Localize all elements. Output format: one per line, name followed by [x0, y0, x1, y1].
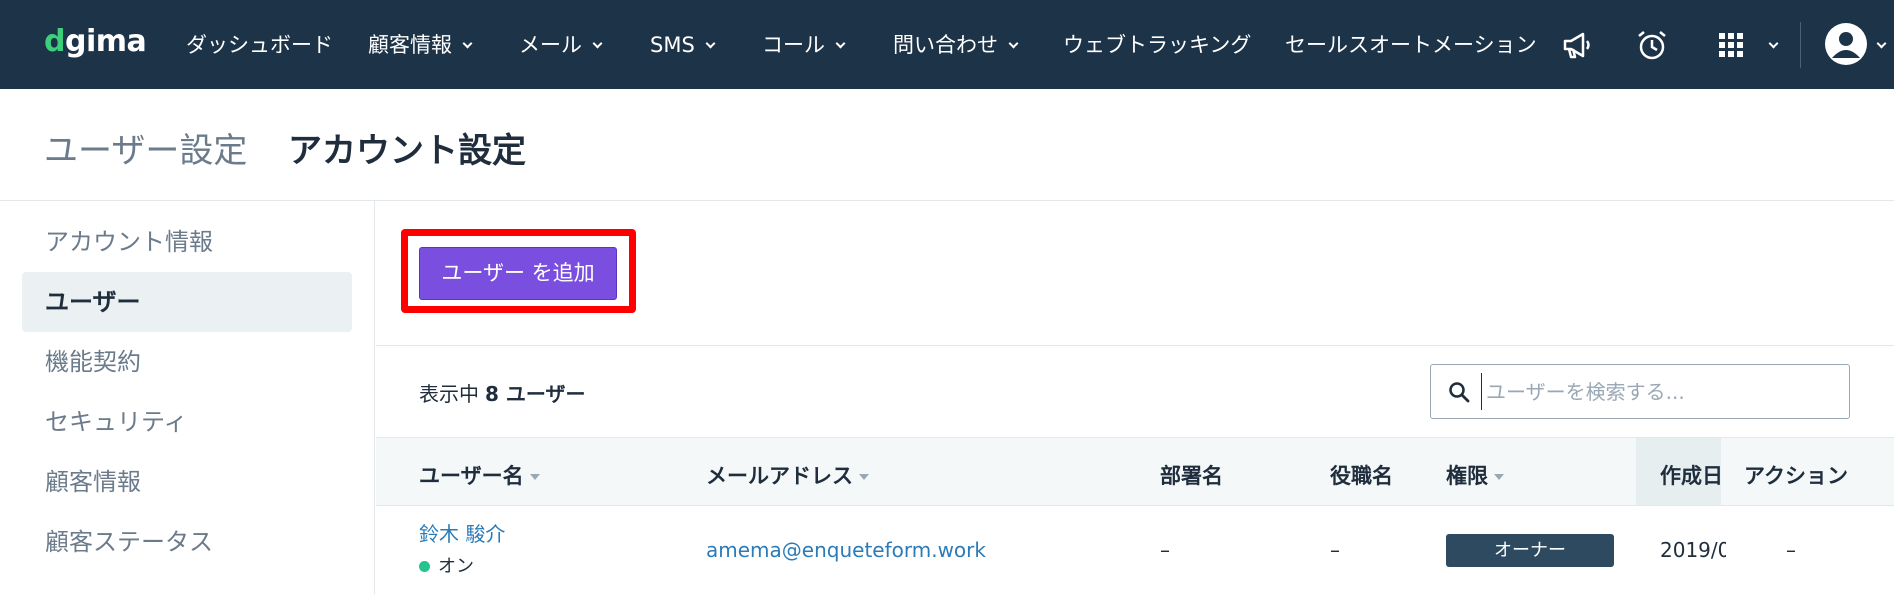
column-header-email[interactable]: メールアドレス: [706, 460, 869, 490]
status-on-dot: [419, 561, 430, 572]
logo-mark: d: [44, 24, 65, 59]
page-title: アカウント設定: [288, 131, 526, 171]
chevron-down-icon: [1768, 38, 1779, 49]
account-menu-caret[interactable]: [1866, 30, 1887, 60]
column-email-label: メールアドレス: [706, 464, 853, 488]
megaphone-icon[interactable]: [1559, 27, 1595, 63]
user-status-label: オン: [438, 556, 474, 577]
column-header-name[interactable]: ユーザー名: [419, 460, 540, 490]
nav-customers[interactable]: 顧客情報: [368, 30, 473, 60]
chevron-down-icon: [1008, 38, 1019, 49]
column-header-title: 役職名: [1330, 464, 1393, 488]
nav-call-label: コール: [762, 33, 825, 57]
nav-call[interactable]: コール: [762, 30, 846, 60]
user-count-value: 8 ユーザー: [485, 382, 586, 406]
sidebar-item-contracts[interactable]: 機能契約: [22, 332, 352, 392]
column-name-label: ユーザー名: [419, 464, 524, 488]
column-header-department: 部署名: [1160, 464, 1223, 488]
nav-sales-automation-label: セールスオートメーション: [1285, 33, 1537, 57]
search-icon: [1449, 382, 1470, 403]
user-email-link[interactable]: amema@enqueteform.work: [706, 538, 986, 562]
sort-caret-icon: [859, 474, 869, 480]
sidebar-item-customer-info[interactable]: 顧客情報: [22, 452, 352, 512]
nav-mail[interactable]: メール: [519, 30, 603, 60]
search-box[interactable]: [1430, 364, 1850, 419]
user-department: –: [1160, 538, 1170, 562]
sidebar-item-security[interactable]: セキュリティ: [22, 392, 352, 452]
user-created-date: 2019/0: [1660, 538, 1726, 562]
apps-menu-caret[interactable]: [1758, 30, 1779, 60]
alarm-clock-icon[interactable]: [1634, 27, 1670, 63]
role-badge: オーナー: [1446, 534, 1614, 567]
digima-logo[interactable]: dgima: [44, 24, 147, 59]
chevron-down-icon: [1876, 38, 1887, 49]
sidebar-item-customer-status[interactable]: 顧客ステータス: [22, 512, 352, 572]
chevron-down-icon: [835, 38, 846, 49]
user-avatar-icon[interactable]: [1824, 22, 1868, 66]
nav-dashboard-label: ダッシュボード: [186, 33, 333, 57]
nav-customers-label: 顧客情報: [368, 33, 452, 57]
nav-web-tracking-label: ウェブトラッキング: [1063, 33, 1252, 57]
breadcrumb-parent[interactable]: ユーザー設定: [44, 123, 247, 172]
sidebar: アカウント情報 ユーザー 機能契約 セキュリティ 顧客情報 顧客ステータス: [0, 201, 375, 594]
user-name-link[interactable]: 鈴木 駿介: [419, 518, 505, 547]
sort-caret-icon: [529, 474, 540, 480]
page-header: ユーザー設定 アカウント設定: [0, 89, 1894, 201]
column-header-created[interactable]: 作成日: [1660, 460, 1723, 490]
apps-grid-icon[interactable]: [1715, 27, 1751, 63]
nav-sms[interactable]: SMS: [650, 30, 716, 60]
column-header-role[interactable]: 権限: [1446, 460, 1504, 490]
user-title: –: [1330, 538, 1340, 562]
sidebar-item-account-info[interactable]: アカウント情報: [22, 212, 352, 272]
sort-caret-icon: [1494, 474, 1504, 480]
nav-web-tracking[interactable]: ウェブトラッキング: [1063, 30, 1251, 60]
search-input[interactable]: [1481, 373, 1831, 410]
top-navbar: dgima ダッシュボード 顧客情報 メール SMS コール 問い合わせ ウェブ…: [0, 0, 1894, 89]
user-count: 表示中 8 ユーザー: [419, 378, 585, 407]
nav-inquiry-label: 問い合わせ: [893, 33, 998, 57]
nav-dashboard[interactable]: ダッシュボード: [186, 30, 333, 60]
column-header-action: アクション: [1744, 464, 1848, 488]
column-role-label: 権限: [1446, 464, 1488, 488]
logo-text: gima: [64, 24, 147, 59]
nav-sales-automation[interactable]: セールスオートメーション: [1285, 30, 1537, 60]
nav-sms-label: SMS: [650, 33, 695, 57]
user-count-bar: 表示中 8 ユーザー: [376, 345, 1894, 437]
table-row: 鈴木 駿介 オン amema@enqueteform.work – – オーナー…: [376, 506, 1894, 594]
sidebar-item-users[interactable]: ユーザー: [22, 272, 352, 332]
user-status: オン: [419, 552, 474, 578]
add-user-button[interactable]: ユーザー を追加: [419, 247, 617, 300]
nav-inquiry[interactable]: 問い合わせ: [893, 30, 1019, 60]
nav-mail-label: メール: [519, 33, 582, 57]
chevron-down-icon: [705, 38, 716, 49]
user-count-prefix: 表示中: [419, 382, 479, 406]
nav-divider: [1800, 22, 1801, 68]
main-content: ユーザー を追加 表示中8 ユーザー ユーザー名 メールアドレス 部署名 役職名…: [376, 201, 1894, 594]
chevron-down-icon: [462, 38, 473, 49]
table-header: ユーザー名 メールアドレス 部署名 役職名 権限 作成日 アクション: [376, 437, 1894, 506]
user-action[interactable]: –: [1786, 538, 1796, 562]
chevron-down-icon: [592, 38, 603, 49]
